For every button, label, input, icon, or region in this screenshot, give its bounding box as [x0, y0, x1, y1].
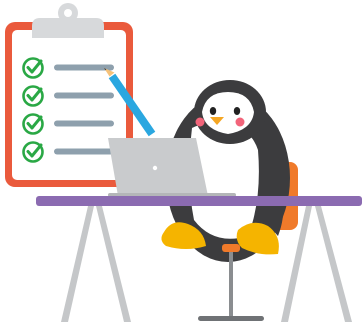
penguin-at-desk-illustration: [5, 3, 362, 322]
checklist-line: [54, 92, 114, 99]
clipboard-clip-icon: [32, 3, 104, 38]
penguin-eye-icon: [209, 107, 217, 115]
penguin-cheek: [195, 117, 205, 127]
desk-top: [36, 196, 362, 206]
checklist-line: [54, 120, 114, 127]
checklist-line: [54, 148, 114, 155]
penguin-cheek: [235, 117, 245, 127]
penguin-eye-icon: [233, 107, 241, 115]
